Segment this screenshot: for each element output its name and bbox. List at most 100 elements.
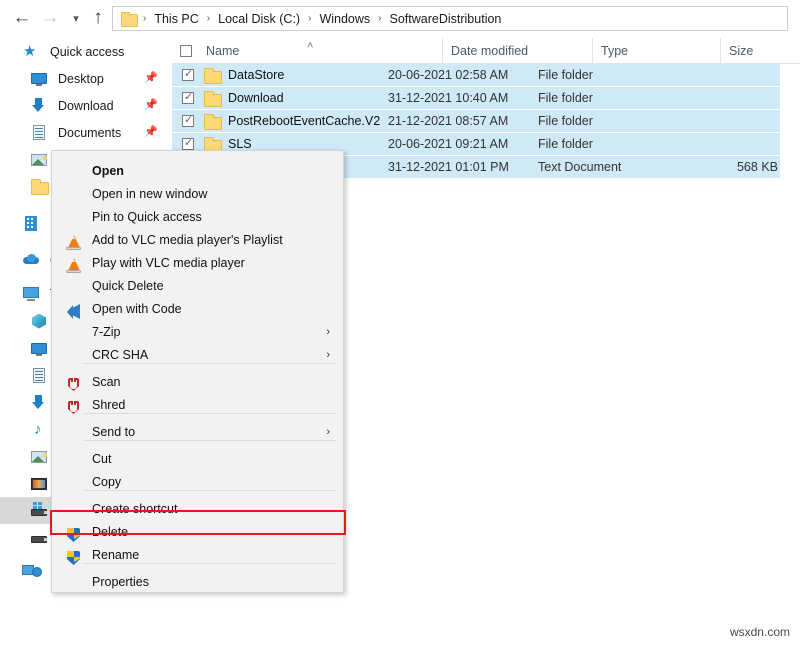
- sidebar-item-download[interactable]: Download 📌: [0, 92, 170, 119]
- column-headers: Name ˄ Date modified Type Size: [172, 38, 800, 64]
- monitor-icon: [22, 285, 42, 303]
- file-name: Download: [228, 91, 284, 105]
- menu-item-play-with-vlc-media-player[interactable]: Play with VLC media player: [53, 251, 344, 274]
- address-bar[interactable]: › This PC › Local Disk (C:) › Windows › …: [112, 6, 788, 31]
- menu-separator: [84, 563, 336, 564]
- sidebar-item-label: Download: [58, 99, 114, 113]
- menu-item-label: Shred: [92, 398, 125, 412]
- breadcrumb-item-0[interactable]: This PC: [152, 12, 200, 26]
- red-shield-icon: [65, 376, 82, 393]
- building-icon: [22, 215, 42, 233]
- menu-item-label: Copy: [92, 475, 121, 489]
- breadcrumb-item-2[interactable]: Windows: [317, 12, 372, 26]
- sidebar-item-desktop[interactable]: Desktop📌: [0, 65, 170, 92]
- pictures-icon: [30, 448, 50, 466]
- back-icon[interactable]: ←: [10, 6, 34, 30]
- column-header-size-label: Size: [729, 44, 753, 58]
- menu-item-label: Send to: [92, 425, 135, 439]
- folder-icon: [204, 91, 221, 105]
- file-type: File folder: [538, 68, 593, 82]
- forward-icon[interactable]: →: [38, 6, 62, 30]
- column-header-type[interactable]: Type: [592, 38, 720, 64]
- menu-separator: [84, 490, 336, 491]
- network-icon: [22, 562, 42, 580]
- file-size: 568 KB: [666, 160, 778, 174]
- menu-item-cut[interactable]: Cut: [53, 447, 344, 470]
- chevron-down-icon[interactable]: ▾: [64, 6, 88, 30]
- menu-item-scan[interactable]: Scan: [53, 370, 344, 393]
- up-icon[interactable]: ↑: [86, 6, 110, 30]
- menu-item-label: CRC SHA: [92, 348, 148, 362]
- table-row[interactable]: PostRebootEventCache.V2 21-12-2021 08:57 …: [172, 110, 780, 133]
- row-checkbox[interactable]: [182, 69, 194, 81]
- menu-separator: [84, 363, 336, 364]
- column-header-type-label: Type: [601, 44, 628, 58]
- sidebar-item-quick-access[interactable]: ★ Quick access: [0, 38, 170, 65]
- breadcrumb-item-3[interactable]: SoftwareDistribution: [388, 12, 504, 26]
- column-header-date-label: Date modified: [451, 44, 528, 58]
- menu-item-label: Properties: [92, 575, 149, 589]
- file-date-modified: 21-12-2021 08:57 AM: [388, 114, 508, 128]
- download-icon: [30, 97, 50, 115]
- file-name: DataStore: [228, 68, 284, 82]
- menu-item-label: Open with Code: [92, 302, 182, 316]
- menu-item-label: Add to VLC media player's Playlist: [92, 233, 283, 247]
- documents-icon: [30, 124, 50, 142]
- menu-item-label: 7-Zip: [92, 325, 120, 339]
- row-checkbox[interactable]: [182, 138, 194, 150]
- videos-icon: [30, 475, 50, 493]
- sidebar-item-label: Quick access: [50, 45, 124, 59]
- select-all-checkbox[interactable]: [180, 45, 192, 57]
- menu-item-add-to-vlc-media-player-s-playlist[interactable]: Add to VLC media player's Playlist: [53, 228, 344, 251]
- folder-icon: [30, 178, 50, 196]
- chevron-right-icon: ›: [326, 349, 330, 361]
- drive-icon: [30, 529, 50, 547]
- pin-icon[interactable]: 📌: [144, 99, 156, 111]
- column-header-name[interactable]: Name ˄: [172, 38, 442, 64]
- folder-icon: [204, 68, 221, 82]
- breadcrumb-separator: ›: [372, 13, 387, 24]
- sort-ascending-icon: ˄: [307, 40, 313, 52]
- vertical-scrollbar[interactable]: [780, 64, 796, 179]
- menu-item-label: Quick Delete: [92, 279, 164, 293]
- pin-icon[interactable]: 📌: [144, 126, 156, 138]
- file-date-modified: 31-12-2021 10:40 AM: [388, 91, 508, 105]
- menu-item-properties[interactable]: Properties: [53, 570, 344, 593]
- table-row[interactable]: DataStore20-06-2021 02:58 AMFile folder: [172, 64, 780, 87]
- vlc-icon: [65, 234, 82, 251]
- documents-icon: [30, 367, 50, 385]
- cloud-icon: [22, 251, 42, 269]
- menu-item-label: Pin to Quick access: [92, 210, 202, 224]
- menu-item-pin-to-quick-access[interactable]: Pin to Quick access: [53, 205, 344, 228]
- folder-icon: [121, 12, 137, 25]
- music-icon: ♪: [30, 421, 50, 439]
- star-pin-icon: ★: [22, 43, 42, 61]
- menu-item-quick-delete[interactable]: Quick Delete: [53, 274, 344, 297]
- menu-item-label: Rename: [92, 548, 139, 562]
- menu-item-open-with-code[interactable]: Open with Code: [53, 297, 344, 320]
- breadcrumb-item-1[interactable]: Local Disk (C:): [216, 12, 302, 26]
- pin-icon[interactable]: 📌: [144, 72, 156, 84]
- table-row[interactable]: Download31-12-2021 10:40 AMFile folder: [172, 87, 780, 110]
- file-name: SLS: [228, 137, 252, 151]
- menu-item-open-in-new-window[interactable]: Open in new window: [53, 182, 344, 205]
- file-name: PostRebootEventCache.V2: [228, 114, 380, 128]
- column-header-size[interactable]: Size: [720, 38, 800, 64]
- sidebar-item-documents[interactable]: Documents📌: [0, 119, 170, 146]
- column-header-name-label: Name: [206, 44, 239, 58]
- row-checkbox[interactable]: [182, 92, 194, 104]
- desktop-icon: [30, 340, 50, 358]
- file-type: File folder: [538, 137, 593, 151]
- chevron-right-icon: ›: [326, 326, 330, 338]
- menu-item-open[interactable]: Open: [53, 159, 344, 182]
- menu-separator: [84, 440, 336, 441]
- row-checkbox[interactable]: [182, 115, 194, 127]
- file-type: File folder: [538, 114, 593, 128]
- menu-item-label: Scan: [92, 375, 121, 389]
- menu-separator: [84, 413, 336, 414]
- column-header-date-modified[interactable]: Date modified: [442, 38, 592, 64]
- menu-item-7-zip[interactable]: 7-Zip ›: [53, 320, 344, 343]
- watermark: wsxdn.com: [730, 625, 790, 639]
- breadcrumb-separator: ›: [137, 13, 152, 24]
- folder-icon: [204, 114, 221, 128]
